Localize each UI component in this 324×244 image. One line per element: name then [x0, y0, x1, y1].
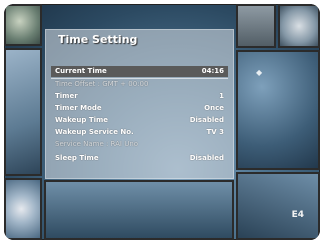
time-setting-menu: Time Setting Current Time 04:16 Time Off…: [45, 29, 234, 179]
menu-row-value: 04:16: [201, 67, 224, 75]
menu-row-label: Timer: [55, 92, 78, 100]
background-tile: [44, 180, 234, 240]
menu-row-value: 1: [219, 92, 224, 100]
background-tile: [4, 4, 42, 46]
menu-row-current-time[interactable]: Current Time 04:16: [51, 66, 228, 77]
menu-row-wakeup-time[interactable]: Wakeup Time Disabled: [51, 115, 228, 126]
menu-row-sleep-time[interactable]: Sleep Time Disabled: [51, 153, 228, 164]
menu-row-value: Once: [204, 104, 224, 112]
menu-row-label: Current Time: [55, 67, 107, 75]
menu-row-label: Timer Mode: [55, 104, 102, 112]
menu-row-value: Disabled: [189, 154, 224, 162]
background-tile: [236, 50, 320, 170]
background-tile: [278, 4, 320, 48]
menu-row-label: Wakeup Time: [55, 116, 109, 124]
background-tile: [236, 172, 320, 240]
menu-title: Time Setting: [58, 33, 138, 46]
menu-row-service-name: Service Name : RAI Uno: [51, 139, 228, 150]
background-tile: [236, 4, 276, 48]
corner-mark: E4: [291, 210, 304, 220]
tile-mark: ◆: [256, 68, 263, 77]
background-tile: [4, 48, 42, 176]
menu-row-label: Service Name : RAI Uno: [55, 140, 139, 148]
menu-row-value: Disabled: [189, 116, 224, 124]
menu-row-timer-mode[interactable]: Timer Mode Once: [51, 103, 228, 114]
menu-row-value: TV 3: [206, 128, 225, 136]
menu-row-label: Time Offset : GMT + 00:00: [55, 80, 149, 88]
menu-row-time-offset: Time Offset : GMT + 00:00: [51, 79, 228, 90]
menu-row-wakeup-service[interactable]: Wakeup Service No. TV 3: [51, 127, 228, 138]
tv-screen: ◆ E4 Time Setting Current Time 04:16 Tim…: [4, 4, 320, 240]
menu-row-label: Wakeup Service No.: [55, 128, 134, 136]
background-tile: [4, 178, 42, 240]
menu-row-timer[interactable]: Timer 1: [51, 91, 228, 102]
menu-row-label: Sleep Time: [55, 154, 99, 162]
